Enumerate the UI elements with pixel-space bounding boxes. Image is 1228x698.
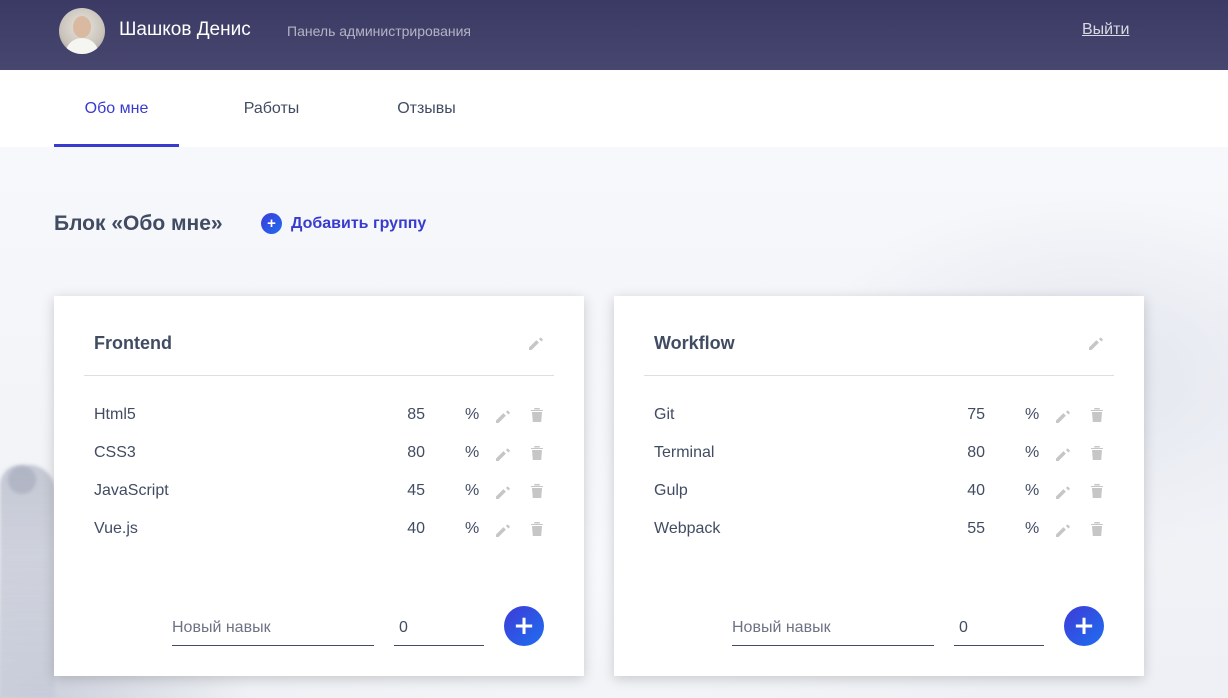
skill-name: Webpack — [654, 520, 721, 537]
skill-row: Terminal 80 % — [654, 442, 1114, 466]
trash-icon[interactable] — [1090, 445, 1104, 461]
add-skill-button[interactable]: + — [1064, 606, 1104, 646]
pencil-icon[interactable] — [494, 407, 512, 425]
pencil-icon[interactable] — [1054, 483, 1072, 501]
group-title: Frontend — [94, 333, 172, 353]
logout-link[interactable]: Выйти — [1082, 21, 1129, 39]
trash-icon[interactable] — [530, 445, 544, 461]
tab-works[interactable]: Работы — [209, 70, 334, 147]
trash-icon[interactable] — [530, 521, 544, 537]
skill-percent: % — [1025, 520, 1040, 537]
skill-percent: % — [1025, 406, 1040, 423]
pencil-icon[interactable] — [1054, 407, 1072, 425]
trash-icon[interactable] — [1090, 483, 1104, 499]
skill-row: Vue.js 40 % — [94, 518, 554, 542]
trash-icon[interactable] — [1090, 521, 1104, 537]
new-skill-input[interactable] — [172, 614, 374, 646]
skill-name: Terminal — [654, 444, 715, 461]
skill-name: Gulp — [654, 482, 688, 499]
new-skill-input[interactable] — [732, 614, 934, 646]
pencil-icon[interactable] — [494, 521, 512, 539]
card-divider — [84, 375, 554, 376]
skill-percent: % — [465, 482, 480, 499]
skill-value: 55 — [967, 520, 985, 537]
skill-percent: % — [465, 406, 480, 423]
skill-percent: % — [1025, 444, 1040, 461]
tab-about[interactable]: Обо мне — [54, 70, 179, 147]
add-group-button[interactable]: + Добавить группу — [261, 213, 426, 234]
avatar — [59, 8, 105, 54]
background-figure — [0, 465, 55, 698]
pencil-icon[interactable] — [494, 483, 512, 501]
tab-reviews[interactable]: Отзывы — [364, 70, 489, 147]
card-divider — [644, 375, 1114, 376]
skill-percent: % — [465, 444, 480, 461]
skill-row: Git 75 % — [654, 404, 1114, 428]
trash-icon[interactable] — [1090, 407, 1104, 423]
skill-row: JavaScript 45 % — [94, 480, 554, 504]
new-skill-value-input[interactable] — [394, 614, 484, 646]
tabs-bar: Обо мне Работы Отзывы — [0, 70, 1228, 147]
skill-row: Gulp 40 % — [654, 480, 1114, 504]
add-skill-button[interactable]: + — [504, 606, 544, 646]
skill-value: 80 — [967, 444, 985, 461]
section-title: Блок «Обо мне» — [54, 212, 223, 235]
pencil-icon[interactable] — [1054, 521, 1072, 539]
new-skill-value-input[interactable] — [954, 614, 1044, 646]
skill-value: 45 — [407, 482, 425, 499]
skill-name: Html5 — [94, 406, 136, 423]
skill-row: Webpack 55 % — [654, 518, 1114, 542]
skill-name: Vue.js — [94, 520, 138, 537]
skill-group-card-workflow: Workflow Git 75 % Terminal 80 % Gulp 40 … — [614, 296, 1144, 676]
skill-percent: % — [465, 520, 480, 537]
pencil-icon[interactable] — [1054, 445, 1072, 463]
skill-group-card-frontend: Frontend Html5 85 % CSS3 80 % JavaScript… — [54, 296, 584, 676]
skill-value: 85 — [407, 406, 425, 423]
plus-icon: + — [261, 213, 282, 234]
trash-icon[interactable] — [530, 407, 544, 423]
skill-name: CSS3 — [94, 444, 136, 461]
skill-name: Git — [654, 406, 675, 423]
pencil-icon[interactable] — [527, 334, 545, 352]
skill-value: 80 — [407, 444, 425, 461]
add-group-label: Добавить группу — [291, 214, 427, 232]
skill-value: 40 — [407, 520, 425, 537]
avatar-face — [73, 16, 91, 38]
skill-percent: % — [1025, 482, 1040, 499]
header-subtitle: Панель администрирования — [287, 23, 471, 39]
skill-value: 75 — [967, 406, 985, 423]
pencil-icon[interactable] — [1087, 334, 1105, 352]
trash-icon[interactable] — [530, 483, 544, 499]
skill-row: CSS3 80 % — [94, 442, 554, 466]
avatar-shirt — [65, 38, 99, 54]
top-header: Шашков Денис Панель администрирования Вы… — [0, 0, 1228, 70]
pencil-icon[interactable] — [494, 445, 512, 463]
user-name: Шашков Денис — [119, 19, 251, 40]
background-figure-head — [8, 466, 36, 494]
skill-row: Html5 85 % — [94, 404, 554, 428]
skill-name: JavaScript — [94, 482, 169, 499]
skill-value: 40 — [967, 482, 985, 499]
group-title: Workflow — [654, 333, 735, 353]
